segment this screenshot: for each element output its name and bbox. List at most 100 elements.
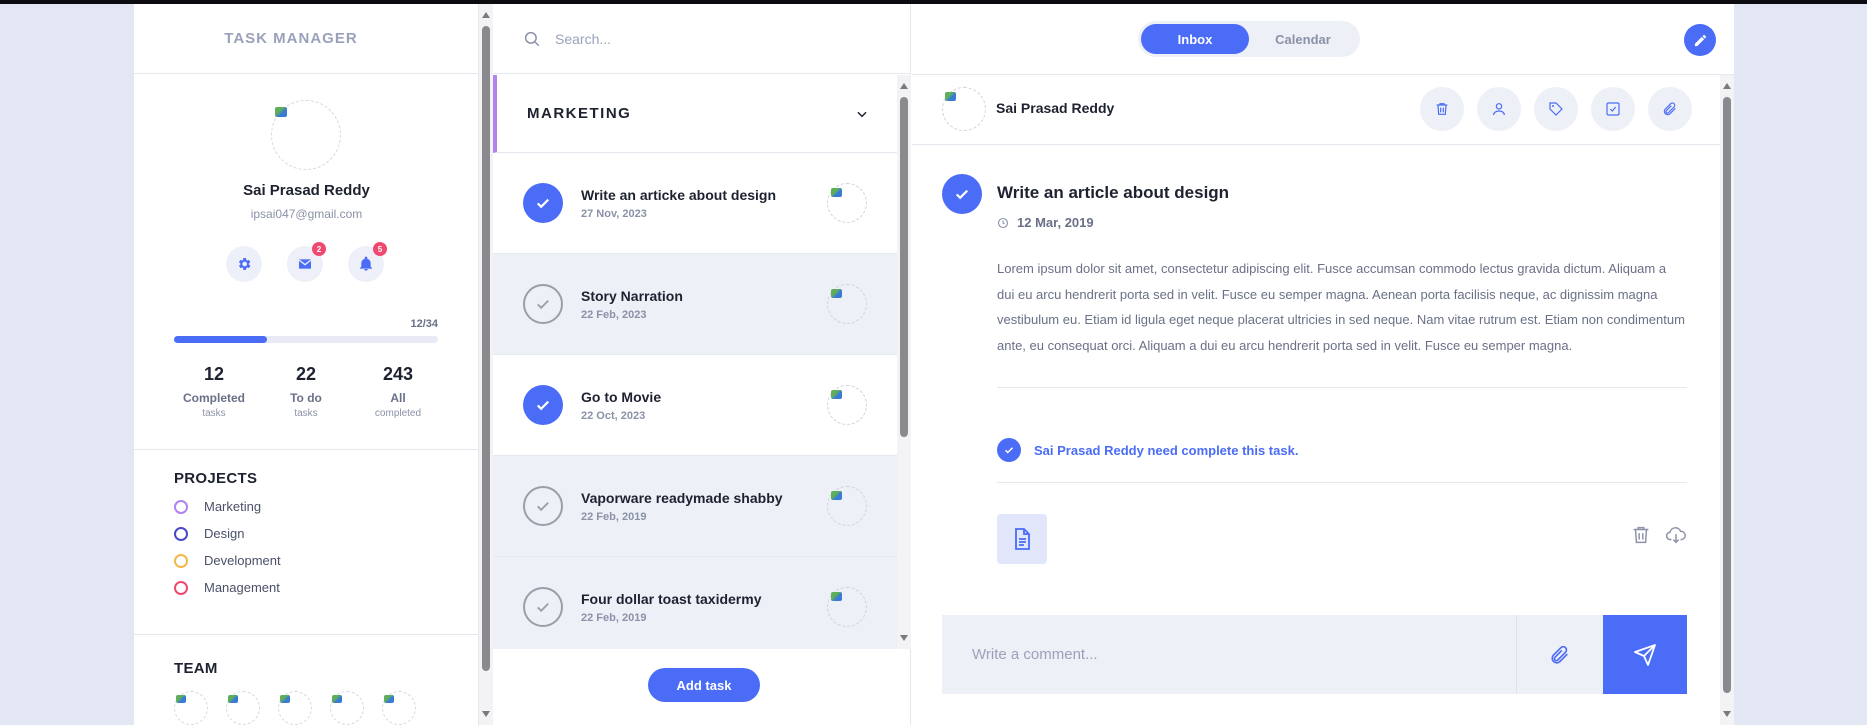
project-item-marketing[interactable]: Marketing [174,499,281,514]
task-date: 22 Feb, 2019 [581,611,647,624]
team-member-avatar[interactable] [382,691,416,725]
scroll-up-arrow[interactable] [1723,83,1731,89]
divider [997,387,1687,388]
task-text: Vaporware readymade shabby 22 Feb, 2019 [581,490,827,523]
scroll-up-arrow[interactable] [482,12,490,18]
scrollbar-thumb[interactable] [900,97,908,437]
task-date: 22 Feb, 2019 [581,510,647,523]
checklist-button[interactable] [1591,87,1635,131]
task-check-button[interactable] [523,284,563,324]
tag-button[interactable] [1534,87,1578,131]
project-label: Design [204,526,245,541]
search-bar [493,4,911,74]
assign-user-button[interactable] [1477,87,1521,131]
task-date: 22 Feb, 2023 [581,308,647,321]
tab-calendar[interactable]: Calendar [1249,24,1357,54]
team-member-avatar[interactable] [226,691,260,725]
project-label: Management [204,580,280,595]
pencil-icon [1694,34,1706,46]
sidebar-scrollbar[interactable] [479,4,493,725]
document-icon [1015,528,1030,550]
detail-date-row: 12 Mar, 2019 [997,215,1094,230]
project-item-design[interactable]: Design [174,526,281,541]
stat-number: 22 [295,364,317,384]
profile-card: Sai Prasad Reddy ipsai047@gmail.com 2 5 … [134,74,478,450]
task-title: Four dollar toast taxidermy [581,590,762,607]
task-row[interactable]: Four dollar toast taxidermy 22 Feb, 2019 [493,557,897,649]
scroll-down-arrow[interactable] [482,711,490,717]
divider [134,634,478,635]
scrollbar-thumb[interactable] [482,26,490,671]
check-icon [955,189,969,200]
send-comment-button[interactable] [1603,615,1687,694]
settings-button[interactable] [226,246,262,282]
project-color-ring [174,499,188,514]
task-check-button[interactable] [523,486,563,526]
avatar[interactable] [271,100,341,170]
check-icon [537,602,549,613]
task-row[interactable]: Write an articke about design 27 Nov, 20… [493,153,897,254]
task-row[interactable]: Vaporware readymade shabby 22 Feb, 2019 [493,456,897,557]
messages-button[interactable]: 2 [287,242,326,282]
task-row[interactable]: Go to Movie 22 Oct, 2023 [493,355,897,456]
task-check-button[interactable] [523,183,563,223]
paperclip-icon [1551,645,1568,664]
project-item-management[interactable]: Management [174,580,281,595]
bell-icon [360,256,372,271]
scrollbar-thumb[interactable] [1723,97,1731,693]
search-input[interactable] [555,30,855,47]
team-member-avatar[interactable] [278,691,312,725]
comment-attach-button[interactable] [1517,615,1603,694]
gear-icon [238,258,251,270]
send-icon [1634,643,1656,666]
task-progress-bar [174,336,438,343]
projects-section: PROJECTS Marketing Design Development Ma… [174,470,281,595]
stats-row: 12 Completed tasks 22 To do tasks 243 Al… [174,364,438,419]
cloud-download-icon[interactable] [1664,524,1688,546]
task-check-button[interactable] [523,587,563,627]
team-member-avatar[interactable] [330,691,364,725]
check-icon [537,299,549,310]
task-detail-panel: Inbox Calendar Sai Prasad Reddy Write an… [912,4,1734,725]
avatar [827,183,867,223]
scroll-up-arrow[interactable] [900,83,908,89]
view-toggle: Inbox Calendar [1138,21,1360,57]
task-row[interactable]: Story Narration 22 Feb, 2023 [493,254,897,355]
project-item-development[interactable]: Development [174,553,281,568]
add-task-button[interactable]: Add task [648,668,760,702]
task-list-column: MARKETING Write an articke about design … [493,4,911,725]
tag-icon [1549,102,1563,116]
file-actions [1630,524,1688,546]
trash-icon[interactable] [1630,524,1652,546]
notifications-button[interactable]: 5 [348,242,387,282]
task-list-scrollbar[interactable] [897,75,911,649]
attached-file[interactable] [997,514,1047,564]
list-category-header[interactable]: MARKETING [493,75,897,153]
task-text: Story Narration 22 Feb, 2023 [581,288,827,321]
edit-button[interactable] [1684,24,1716,56]
stat-sub: completed [374,408,422,419]
tab-inbox[interactable]: Inbox [1141,24,1249,54]
detail-scrollbar[interactable] [1720,75,1734,725]
detail-description: Lorem ipsum dolor sit amet, consectetur … [997,261,1685,353]
messages-badge: 2 [312,242,326,256]
avatar [827,385,867,425]
scroll-down-arrow[interactable] [1723,711,1731,717]
team-avatars [174,691,416,725]
comment-input[interactable] [942,615,1517,694]
chevron-down-icon[interactable] [855,107,869,121]
attach-button[interactable] [1648,87,1692,131]
team-member-avatar[interactable] [174,691,208,725]
scroll-down-arrow[interactable] [900,635,908,641]
stat-label: All [390,391,406,405]
list-category-title: MARKETING [527,105,632,122]
task-list: MARKETING Write an articke about design … [493,75,897,649]
check-icon [536,198,550,209]
delete-button[interactable] [1420,87,1464,131]
task-complete-toggle[interactable] [942,174,982,214]
detail-date: 12 Mar, 2019 [1017,215,1094,230]
profile-name: Sai Prasad Reddy [243,182,370,199]
stat-all: 243 All completed [358,364,438,419]
brand-header: TASK MANAGER [134,4,478,74]
task-check-button[interactable] [523,385,563,425]
